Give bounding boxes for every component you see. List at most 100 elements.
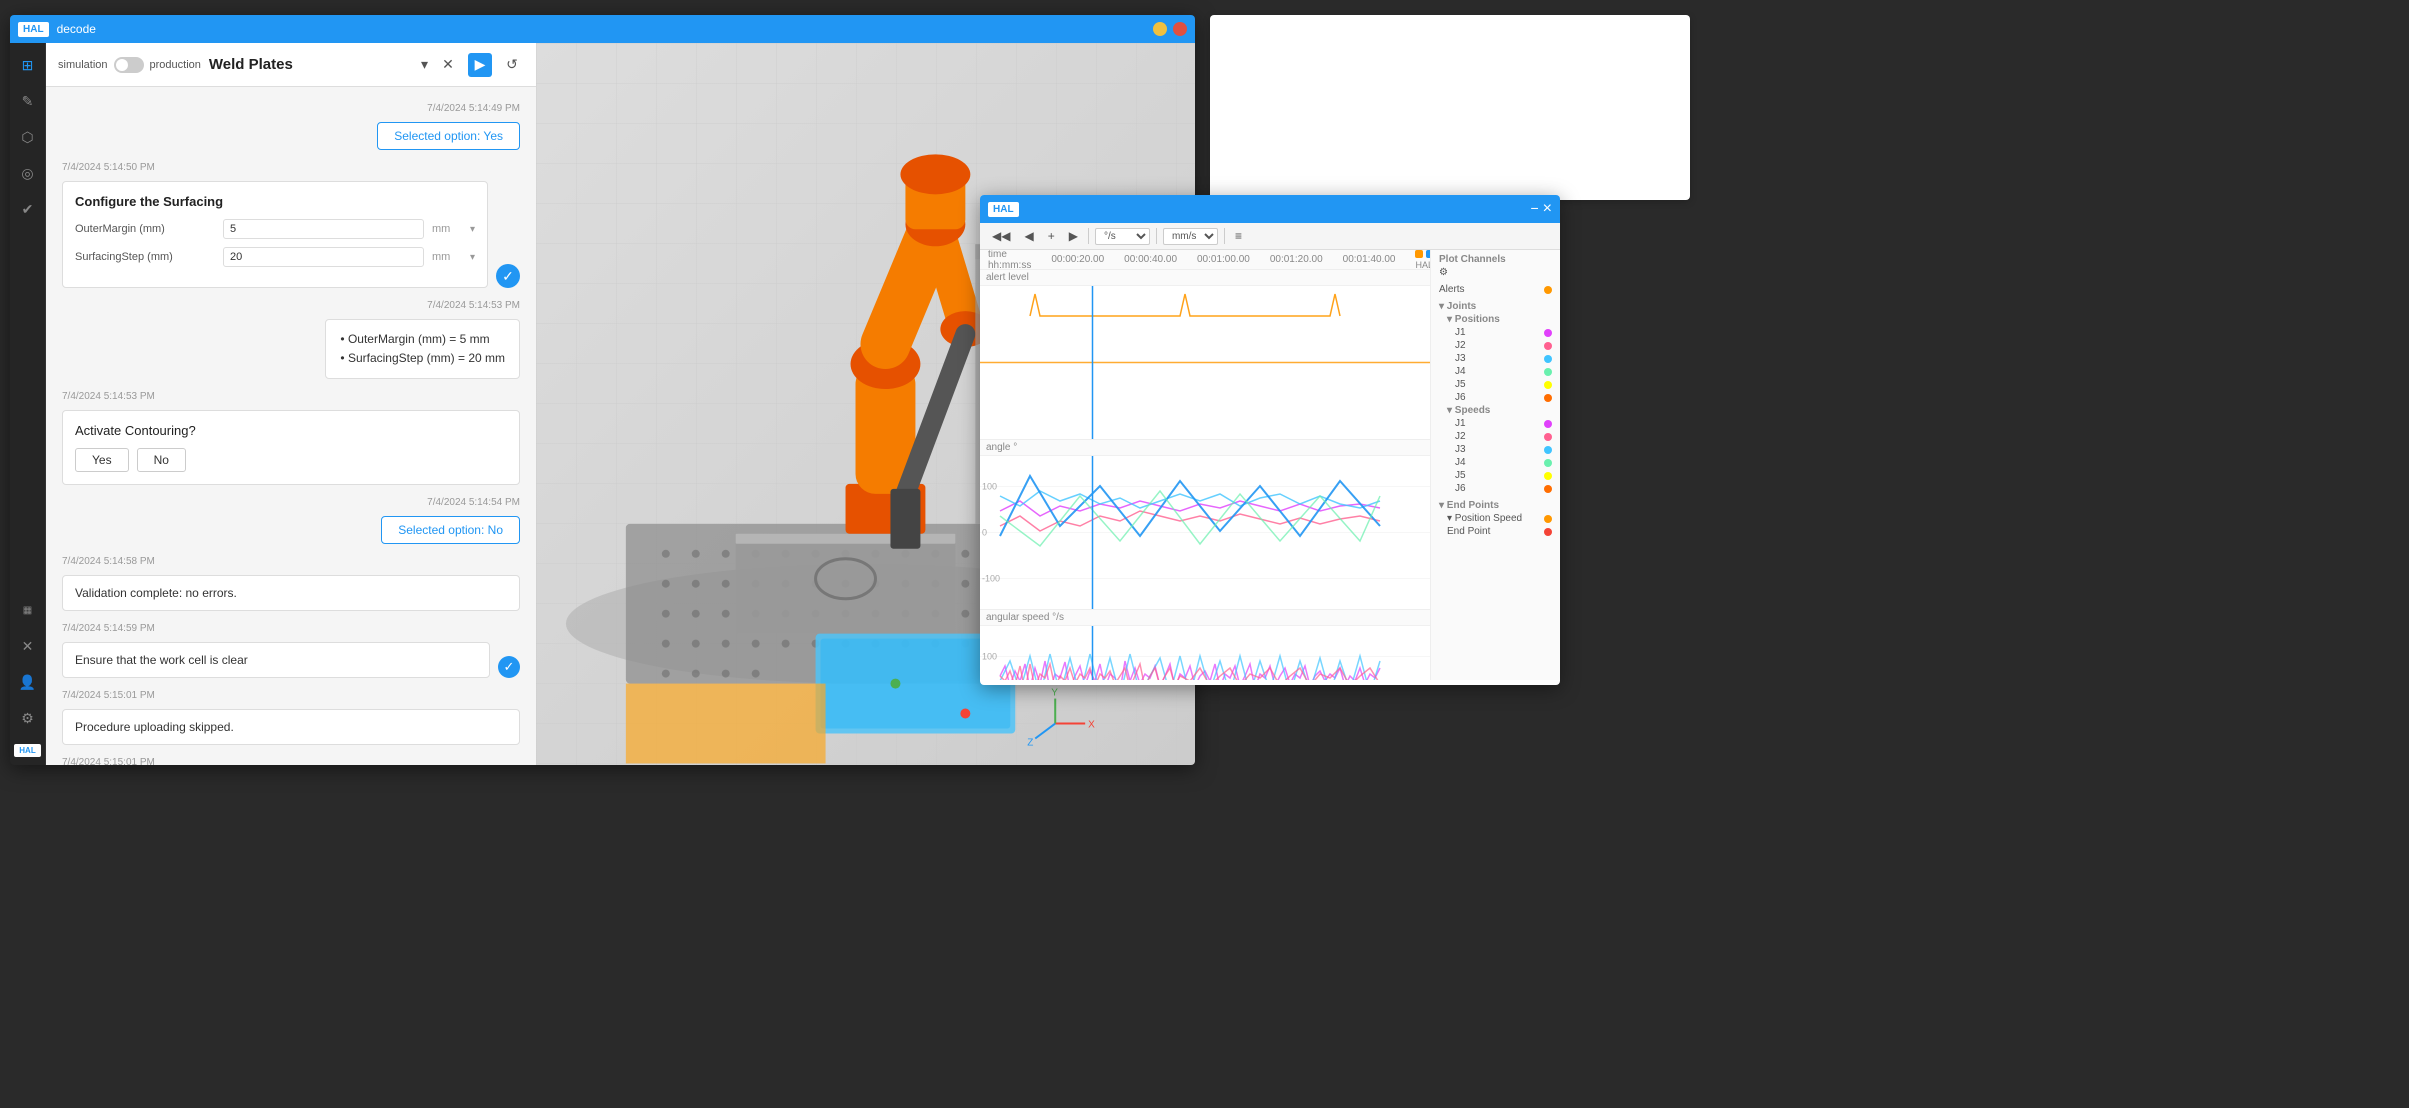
summary-bubble: • OuterMargin (mm) = 5 mm • SurfacingSte… xyxy=(325,319,520,379)
chart-angle-plot: 100 0 -100 xyxy=(980,456,1430,609)
tl-separator-1 xyxy=(1088,228,1089,244)
legend-settings-icon[interactable]: ⚙ xyxy=(1439,267,1552,278)
ts-configure: 7/4/2024 5:14:50 PM xyxy=(62,162,520,173)
sidebar-icon-settings[interactable]: ⚙ xyxy=(14,704,42,732)
chart-alert-level: alert level xyxy=(980,270,1430,440)
outer-margin-input[interactable] xyxy=(223,219,424,239)
yes-button[interactable]: Yes xyxy=(75,448,129,472)
production-label: production xyxy=(150,59,201,71)
legend-j5-spd-label: J5 xyxy=(1455,470,1466,481)
legend-j3-position: J3 xyxy=(1455,353,1552,364)
no-button[interactable]: No xyxy=(137,448,186,472)
close-workflow-button[interactable]: ✕ xyxy=(436,53,460,77)
sidebar-icon-edit[interactable]: ✎ xyxy=(14,87,42,115)
chart-angular-speed-plot: 100 0 -100 xyxy=(980,626,1430,680)
outer-margin-dropdown-icon[interactable]: ▾ xyxy=(470,224,475,235)
legend-alerts-label: Alerts xyxy=(1439,284,1465,295)
time-label: time hh:mm:ss xyxy=(988,250,1031,271)
sidebar-icon-check[interactable]: ✔ xyxy=(14,195,42,223)
legend-j1-speed: J1 xyxy=(1455,418,1552,429)
svg-text:Z: Z xyxy=(1027,737,1033,748)
chart-angle-label: angle ° xyxy=(980,440,1430,456)
chart-alert-plot xyxy=(980,286,1430,439)
ts-selected-yes: 7/4/2024 5:14:49 PM xyxy=(62,103,520,114)
legend-j3-spd-dot xyxy=(1544,446,1552,454)
workflow-title: Weld Plates xyxy=(209,56,413,73)
chart-angular-speed-label: angular speed °/s xyxy=(980,610,1430,626)
legend-j1-spd-label: J1 xyxy=(1455,418,1466,429)
time-marker-4: 00:01:20.00 xyxy=(1270,254,1323,265)
surfacing-step-input[interactable] xyxy=(223,247,424,267)
config-row-surfacing-step: SurfacingStep (mm) mm ▾ xyxy=(75,247,475,267)
tl-prev-button[interactable]: ◀ xyxy=(1020,227,1037,245)
selected-yes-btn: Selected option: Yes xyxy=(377,122,520,150)
bubble-selected-no: Selected option: No xyxy=(381,516,520,544)
surfacing-step-dropdown-icon[interactable]: ▾ xyxy=(470,252,475,263)
tl-next-button[interactable]: ▶ xyxy=(1065,227,1082,245)
mode-toggle-switch[interactable] xyxy=(114,57,144,73)
legend-end-point: End Point xyxy=(1447,526,1552,537)
legend-alerts-item: Alerts xyxy=(1439,284,1552,295)
surfacing-step-label: SurfacingStep (mm) xyxy=(75,251,215,263)
ts-summary: 7/4/2024 5:14:53 PM xyxy=(62,300,520,311)
legend-speeds-title: ▾ Speeds xyxy=(1447,405,1552,416)
close-button[interactable] xyxy=(1173,22,1187,36)
legend-positions-title: ▾ Positions xyxy=(1447,314,1552,325)
legend-j6-speed: J6 xyxy=(1455,483,1552,494)
mode-toggle: simulation production xyxy=(58,57,201,73)
message-validation: 7/4/2024 5:14:58 PM Validation complete:… xyxy=(62,556,520,611)
svg-text:100: 100 xyxy=(982,482,997,492)
sidebar-icon-user[interactable]: 👤 xyxy=(14,668,42,696)
legend-j4-position: J4 xyxy=(1455,366,1552,377)
legend-j3-pos-label: J3 xyxy=(1455,353,1466,364)
workflow-panel: simulation production Weld Plates ▾ ✕ ▶ … xyxy=(46,43,536,765)
surfacing-step-unit: mm xyxy=(432,251,462,263)
sidebar-icon-target[interactable]: ◎ xyxy=(14,159,42,187)
legend-j2-spd-label: J2 xyxy=(1455,431,1466,442)
message-robot-start: 7/4/2024 5:15:01 PM The robot procedure … xyxy=(62,757,520,765)
tl-menu-button[interactable]: ≡ xyxy=(1231,227,1246,245)
message-activate-contouring: 7/4/2024 5:14:53 PM Activate Contouring?… xyxy=(62,391,520,485)
legend-j3-speed: J3 xyxy=(1455,444,1552,455)
timeline-legend: Plot Channels ⚙ Alerts ▾ Joints ▾ Positi… xyxy=(1430,250,1560,680)
dropdown-arrow-icon[interactable]: ▾ xyxy=(421,56,428,73)
chart-angular-speed-svg: 100 0 -100 xyxy=(980,626,1430,680)
legend-alerts-dot xyxy=(1544,286,1552,294)
work-cell-check-icon[interactable]: ✓ xyxy=(498,656,520,678)
summary-line-2: • SurfacingStep (mm) = 20 mm xyxy=(340,349,505,368)
timeline-controls: − × xyxy=(1530,200,1552,218)
legend-position-speed-label: ▾ Position Speed xyxy=(1447,513,1522,524)
ts-validation: 7/4/2024 5:14:58 PM xyxy=(62,556,520,567)
sidebar-icon-close[interactable]: ✕ xyxy=(14,632,42,660)
chart-angle-svg: 100 0 -100 xyxy=(980,456,1430,609)
config-check-icon[interactable]: ✓ xyxy=(496,264,520,288)
legend-j3-pos-dot xyxy=(1544,355,1552,363)
tl-back-button[interactable]: ◀◀ xyxy=(988,227,1014,245)
timeline-minimize-button[interactable]: − xyxy=(1530,200,1538,218)
refresh-button[interactable]: ↺ xyxy=(500,53,524,77)
timeline-close-button[interactable]: × xyxy=(1543,200,1552,218)
legend-j2-pos-dot xyxy=(1544,342,1552,350)
work-cell-row: Ensure that the work cell is clear ✓ xyxy=(62,642,520,678)
tl-speed-dropdown-2[interactable]: mm/s °/s xyxy=(1163,228,1218,245)
legend-j2-position: J2 xyxy=(1455,340,1552,351)
validation-card: Validation complete: no errors. xyxy=(62,575,520,611)
timeline-window: HAL − × ◀◀ ◀ + ▶ °/s mm/s mm/s °/s ≡ xyxy=(980,195,1560,685)
tl-separator-2 xyxy=(1156,228,1157,244)
procedure-skip-card: Procedure uploading skipped. xyxy=(62,709,520,745)
legend-end-point-dot xyxy=(1544,528,1552,536)
legend-plot-channels-title: Plot Channels xyxy=(1439,254,1552,265)
tl-speed-dropdown-1[interactable]: °/s mm/s xyxy=(1095,228,1150,245)
legend-j1-pos-dot xyxy=(1544,329,1552,337)
svg-text:-100: -100 xyxy=(982,573,1000,583)
legend-j2-pos-label: J2 xyxy=(1455,340,1466,351)
sidebar-icon-hex[interactable]: ⬡ xyxy=(14,123,42,151)
play-button[interactable]: ▶ xyxy=(468,53,492,77)
hal-logo: HAL xyxy=(18,22,49,37)
minimize-button[interactable] xyxy=(1153,22,1167,36)
tl-add-button[interactable]: + xyxy=(1044,227,1059,245)
sidebar-icon-panel[interactable]: ▦ xyxy=(14,596,42,624)
sidebar-icon-home[interactable]: ⊞ xyxy=(14,51,42,79)
message-configure-surfacing: 7/4/2024 5:14:50 PM Configure the Surfac… xyxy=(62,162,520,288)
message-selected-no: 7/4/2024 5:14:54 PM Selected option: No xyxy=(62,497,520,544)
